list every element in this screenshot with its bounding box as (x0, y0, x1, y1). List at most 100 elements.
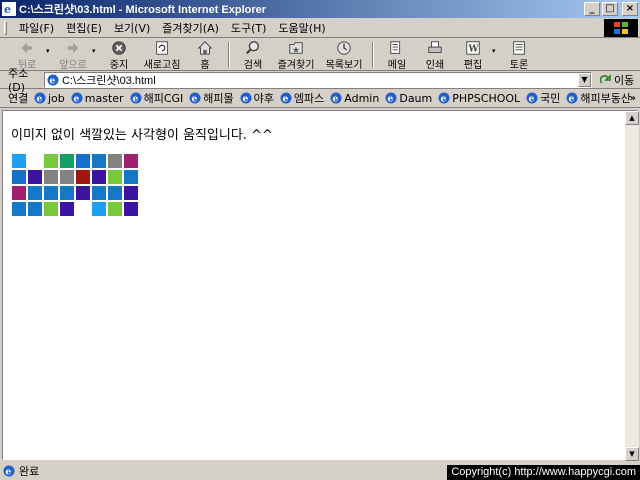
refresh-button[interactable]: 새로고침 (138, 39, 186, 71)
go-button[interactable]: 이동 (600, 72, 634, 88)
back-dropdown-icon[interactable]: ▾ (46, 47, 54, 55)
stop-label: 중지 (109, 60, 129, 71)
link-admin[interactable]: e Admin (330, 92, 379, 105)
ie-link-icon: e (189, 92, 201, 104)
link-label: 국민 (540, 92, 561, 105)
color-square-grid (12, 154, 138, 216)
menu-view[interactable]: 보기(V) (108, 20, 156, 36)
link-happycgi[interactable]: e 해피CGI (130, 90, 183, 106)
link-empas[interactable]: e 엠파스 (280, 90, 324, 106)
edit-button[interactable]: W 편집 (454, 39, 492, 71)
link-happymall[interactable]: e 해피몰 (189, 90, 234, 106)
home-button[interactable]: 홈 (186, 39, 224, 71)
ie-link-icon: e (566, 92, 578, 104)
stop-icon (112, 41, 126, 55)
links-more-chevron-icon[interactable]: » (630, 93, 636, 104)
color-square (92, 202, 106, 216)
toolbar-separator (372, 42, 374, 68)
link-happy-realestate[interactable]: e 해피부동산 (566, 90, 631, 106)
color-square (44, 154, 58, 168)
ie-link-icon: e (130, 92, 142, 104)
stop-button[interactable]: 중지 (100, 39, 138, 71)
svg-text:e: e (37, 95, 43, 105)
menu-edit[interactable]: 편집(E) (60, 20, 108, 36)
link-daum[interactable]: e Daum (385, 92, 432, 105)
title-bar: e C:\스크린샷\03.html - Microsoft Internet E… (0, 0, 640, 18)
status-text: 완료 (19, 464, 40, 478)
menu-file[interactable]: 파일(F) (13, 20, 60, 36)
forward-dropdown-icon[interactable]: ▾ (92, 47, 100, 55)
page-icon: e (47, 74, 59, 86)
scroll-down-icon[interactable]: ▼ (625, 447, 639, 461)
color-square (12, 170, 26, 184)
mail-button[interactable]: 메일 (378, 39, 416, 71)
close-button[interactable]: × (622, 2, 638, 16)
mail-icon (390, 41, 401, 54)
print-button[interactable]: 인쇄 (416, 39, 454, 71)
page-message: 이미지 없이 색깔있는 사각형이 움직입니다. ^^ (11, 128, 273, 143)
copyright-notice: Copyright(c) http://www.happycgi.com (447, 465, 640, 480)
ie-icon: e (2, 2, 16, 16)
discuss-icon (513, 41, 525, 55)
link-master[interactable]: e master (71, 92, 124, 105)
menu-favorites[interactable]: 즐겨찾기(A) (156, 20, 225, 36)
color-square (108, 170, 122, 184)
color-square (92, 186, 106, 200)
ie-link-icon: e (438, 92, 450, 104)
edit-dropdown-icon[interactable]: ▾ (492, 47, 500, 55)
color-square (60, 154, 74, 168)
color-square (76, 202, 90, 216)
svg-text:e: e (6, 467, 12, 477)
links-label: 연결 (8, 92, 29, 105)
mail-label: 메일 (387, 60, 407, 71)
history-label: 목록보기 (325, 60, 363, 71)
color-square (108, 154, 122, 168)
page-content: 이미지 없이 색깔있는 사각형이 움직입니다. ^^ ▲ ▼ (2, 110, 639, 461)
menu-help[interactable]: 도움말(H) (272, 20, 331, 36)
favorites-button[interactable]: 즐겨찾기 (272, 39, 320, 71)
forward-button[interactable]: 앞으로 (54, 39, 92, 71)
favorites-folder-icon (289, 42, 303, 54)
svg-text:e: e (529, 95, 535, 105)
menu-tools[interactable]: 도구(T) (225, 20, 273, 36)
link-label: 엠파스 (293, 92, 325, 105)
svg-text:e: e (192, 95, 198, 105)
ie-link-icon: e (385, 92, 397, 104)
link-kookmin[interactable]: e 국민 (526, 90, 560, 106)
color-square (108, 186, 122, 200)
edit-word-icon: W (466, 41, 480, 55)
refresh-label: 새로고침 (143, 60, 181, 71)
back-arrow-icon (21, 42, 33, 54)
color-square (60, 186, 74, 200)
link-phpschool[interactable]: e PHPSCHOOL (438, 92, 520, 105)
go-arrow-icon (600, 73, 611, 84)
menu-bar: 파일(F) 편집(E) 보기(V) 즐겨찾기(A) 도구(T) 도움말(H) (0, 18, 640, 38)
color-square (60, 170, 74, 184)
scroll-up-icon[interactable]: ▲ (625, 111, 639, 125)
discuss-button[interactable]: 토론 (500, 39, 538, 71)
search-button[interactable]: 검색 (234, 39, 272, 71)
link-label: master (84, 91, 124, 105)
color-square (44, 170, 58, 184)
color-square (124, 202, 138, 216)
minimize-button[interactable]: _ (584, 2, 600, 16)
links-bar: 연결 e job e master e 해피CGI e 해피몰 e 야후 e 엠… (0, 89, 640, 108)
link-yahoo[interactable]: e 야후 (240, 90, 274, 106)
ie-link-icon: e (526, 92, 538, 104)
address-value: C:\스크린샷\03.html (62, 74, 156, 87)
color-square (28, 170, 42, 184)
toolbar-grip[interactable] (4, 20, 7, 35)
svg-text:W: W (468, 45, 480, 55)
forward-arrow-icon (67, 42, 79, 54)
address-dropdown-icon[interactable]: ▼ (578, 72, 591, 87)
maximize-button[interactable]: □ (602, 2, 618, 16)
windows-logo-icon (604, 19, 638, 37)
link-job[interactable]: e job (34, 92, 65, 105)
vertical-scrollbar[interactable]: ▲ ▼ (625, 111, 639, 461)
svg-text:e: e (388, 95, 394, 105)
link-label: 해피몰 (203, 92, 234, 105)
color-square (44, 202, 58, 216)
go-label: 이동 (614, 73, 635, 87)
address-input[interactable]: e C:\스크린샷\03.html ▼ (44, 71, 592, 88)
history-button[interactable]: 목록보기 (320, 39, 368, 71)
